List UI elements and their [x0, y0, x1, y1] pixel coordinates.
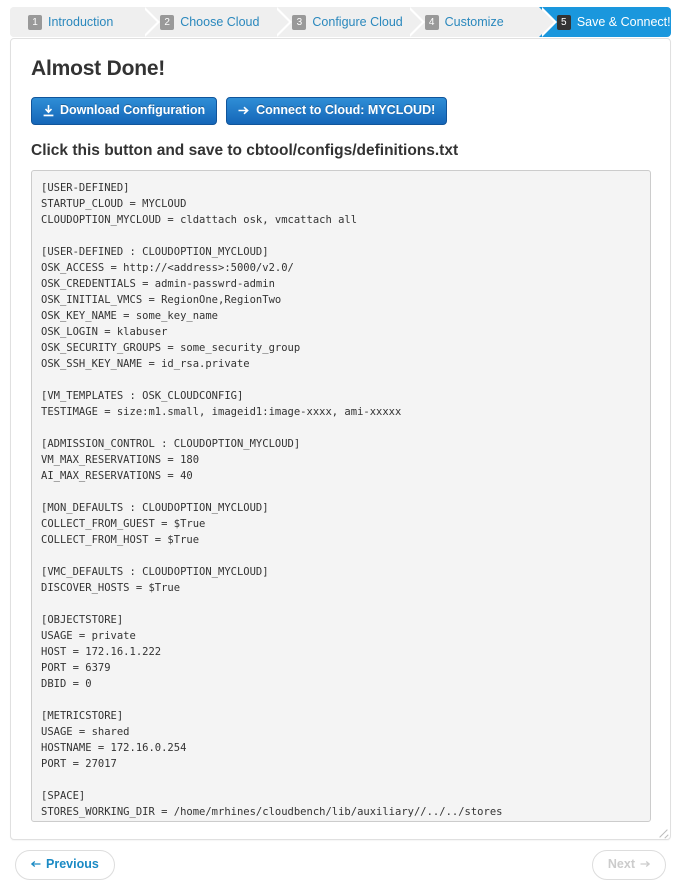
step-number-badge: 5 [556, 14, 571, 30]
previous-button[interactable]: Previous [15, 850, 115, 880]
download-icon [43, 104, 54, 117]
wizard-step-configure-cloud[interactable]: 3 Configure Cloud [274, 7, 425, 37]
step-separator-icon [406, 7, 422, 37]
main-panel: Almost Done! Download Configuration Conn… [10, 38, 671, 840]
connect-to-cloud-label: Connect to Cloud: MYCLOUD! [256, 103, 436, 117]
save-instructions: Click this button and save to cbtool/con… [31, 141, 459, 159]
step-number-badge: 3 [292, 14, 307, 30]
step-label: Introduction [48, 15, 114, 29]
arrow-left-icon [30, 858, 41, 872]
step-separator-icon [142, 7, 158, 37]
arrow-right-icon [238, 105, 250, 116]
step-label: Save & Connect! [576, 15, 671, 29]
step-number-badge: 1 [28, 14, 42, 30]
wizard-step-introduction[interactable]: 1 Introduction [10, 7, 161, 37]
step-number-badge: 2 [160, 14, 175, 30]
arrow-right-icon [640, 858, 651, 872]
step-separator-icon [274, 7, 290, 37]
wizard-step-customize[interactable]: 4 Customize [406, 7, 557, 37]
download-configuration-label: Download Configuration [60, 103, 206, 117]
action-button-row: Download Configuration Connect to Cloud:… [31, 97, 650, 125]
next-button-label: Next [607, 857, 635, 871]
step-label: Choose Cloud [180, 15, 260, 29]
step-separator-icon [538, 7, 554, 37]
next-button[interactable]: Next [591, 850, 666, 880]
download-configuration-button[interactable]: Download Configuration [31, 97, 218, 125]
step-number-badge: 4 [424, 14, 439, 30]
textarea-resize-handle[interactable] [656, 825, 669, 838]
wizard-step-save-and-connect[interactable]: 5 Save & Connect! [538, 7, 671, 37]
wizard-footer-nav: Previous Next [10, 850, 671, 882]
page-title: Almost Done! [31, 57, 166, 80]
connect-to-cloud-button[interactable]: Connect to Cloud: MYCLOUD! [226, 97, 448, 125]
panel-content: Almost Done! Download Configuration Conn… [11, 39, 670, 822]
wizard-page: 1 Introduction 2 Choose Cloud 3 Configur… [0, 0, 686, 891]
step-label: Customize [444, 15, 504, 29]
wizard-step-choose-cloud[interactable]: 2 Choose Cloud [142, 7, 293, 37]
configuration-textarea[interactable]: [USER-DEFINED] STARTUP_CLOUD = MYCLOUD C… [31, 169, 651, 822]
step-label: Configure Cloud [312, 15, 403, 29]
previous-button-label: Previous [46, 857, 99, 871]
wizard-step-bar: 1 Introduction 2 Choose Cloud 3 Configur… [10, 7, 671, 37]
